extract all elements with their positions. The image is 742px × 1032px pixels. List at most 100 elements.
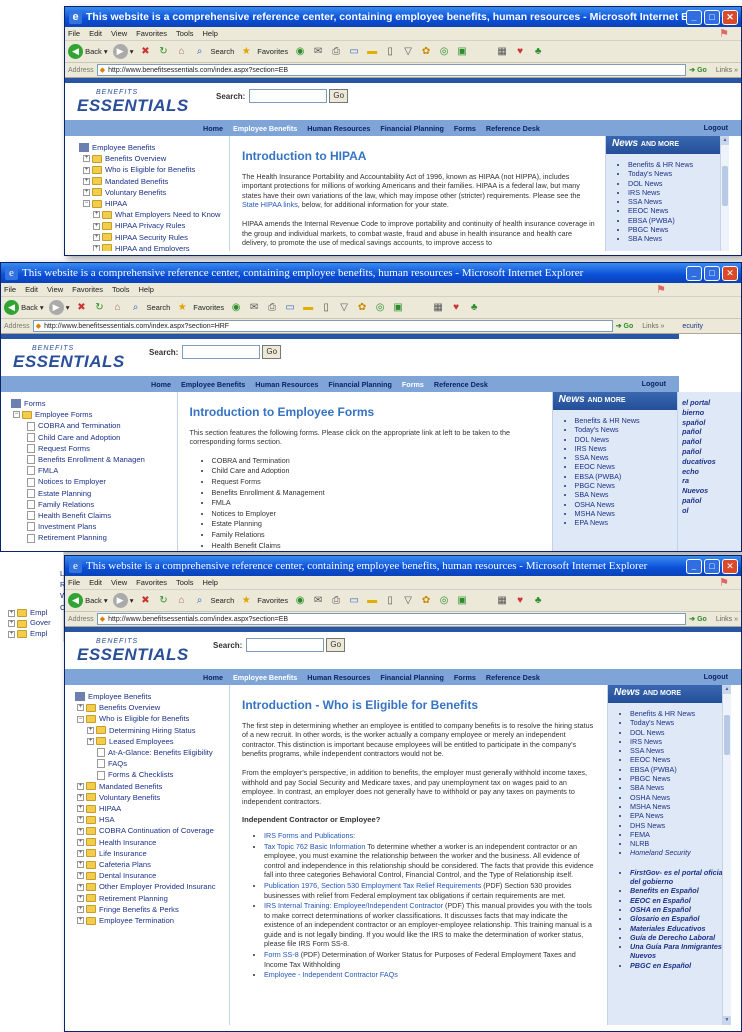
favorites-button[interactable]: ★ Favorites [239,45,288,59]
scroll-down-icon[interactable]: ▼ [723,1016,731,1025]
news-link[interactable]: EEOC en Español [630,896,731,905]
page-icon[interactable]: ▯ [383,594,397,608]
news-link[interactable]: FirstGov- es el portal oficial del gobie… [630,868,731,887]
tree-item[interactable]: Child Care and Adoption [11,432,177,443]
site-search-go-button[interactable]: Go [262,345,282,359]
research-icon[interactable]: ✿ [419,45,433,59]
messenger-icon[interactable]: ◎ [437,45,451,59]
stop-icon[interactable]: ✖ [139,45,153,59]
nav-forms[interactable]: Forms [454,673,476,682]
news-link[interactable]: Benefits en Español [630,886,731,895]
research-icon[interactable]: ✿ [419,594,433,608]
site-logo[interactable]: BENEFITS ESSENTIALS [77,89,189,116]
site-logo[interactable]: BENEFITS ESSENTIALS [13,345,125,372]
tree-item[interactable]: + Life Insurance [75,848,229,859]
news-link[interactable]: OSHA News [575,500,678,509]
nav-home[interactable]: Home [203,673,223,682]
tree-item[interactable]: − HIPAA [79,198,229,209]
news-link[interactable]: Guía de Derecho Laboral [630,933,731,942]
nav-financial-planning[interactable]: Financial Planning [328,380,392,389]
news-link[interactable]: PBGC en Español [630,961,731,970]
news-link[interactable]: EPA News [575,518,678,527]
tree-item[interactable]: + Voluntary Benefits [75,792,229,803]
tree-item[interactable]: + Cafeteria Plans [75,859,229,870]
mail-icon[interactable]: ✉ [247,301,261,315]
tree-item[interactable]: Notices to Employer [11,476,177,487]
news-link[interactable]: NLRB [630,839,731,848]
tree-item[interactable]: + Benefits Overview [79,153,229,164]
news-link[interactable]: Homeland Security [630,848,731,857]
news-link[interactable]: SBA News [575,490,678,499]
tree-item[interactable]: + HIPAA Security Rules [79,232,229,243]
tree-item[interactable]: + HIPAA Privacy Rules [79,220,229,231]
nav-financial-planning[interactable]: Financial Planning [380,673,444,682]
home-icon[interactable]: ⌂ [111,301,125,315]
tree-item[interactable]: + Leased Employees [75,736,229,747]
refresh-icon[interactable]: ↻ [157,594,171,608]
news-link[interactable]: EEOC News [575,462,678,471]
menu-help[interactable]: Help [203,578,218,587]
menu-favorites[interactable]: Favorites [136,578,167,587]
scroll-up-icon[interactable]: ▲ [721,136,729,145]
stop-icon[interactable]: ✖ [75,301,89,315]
nav-home[interactable]: Home [151,380,171,389]
nav-human-resources[interactable]: Human Resources [307,673,370,682]
edit-icon[interactable]: ▭ [347,594,361,608]
toolbar-extra-icon-2[interactable]: ♥ [449,301,463,315]
research-icon[interactable]: ✿ [355,301,369,315]
forward-button[interactable]: ▶ ▾ [112,593,134,608]
toolbar-extra-icon-1[interactable]: ▦ [495,45,509,59]
nav-employee-benefits[interactable]: Employee Benefits [181,380,245,389]
tree-item[interactable]: + Mandated Benefits [79,176,229,187]
news-link[interactable]: PBGC News [628,225,729,234]
maximize-button[interactable]: □ [704,265,720,281]
media-icon[interactable]: ▣ [455,45,469,59]
scrollbar[interactable]: ▲ ▼ [722,685,731,1025]
tree-item[interactable]: Employee Benefits [79,142,229,153]
address-input[interactable]: ◆ http://www.benefitsessentials.com/index… [96,64,687,76]
tree-item[interactable]: At-A-Glance: Benefits Eligibility [75,747,229,758]
menu-favorites[interactable]: Favorites [72,285,103,294]
news-link[interactable]: SSA News [628,197,729,206]
tree-item[interactable]: + HIPAA and Employers [79,243,229,251]
close-button[interactable]: ✕ [722,9,738,25]
nav-reference-desk[interactable]: Reference Desk [434,380,488,389]
news-link[interactable]: MSHA News [630,802,731,811]
scrollbar[interactable]: ▲ [720,136,729,251]
menu-help[interactable]: Help [203,29,218,38]
toolbar-extra-icon-1[interactable]: ▦ [431,301,445,315]
news-link[interactable]: Today's News [575,425,678,434]
state-hipaa-link[interactable]: State HIPAA links [242,200,298,209]
news-link[interactable]: IRS News [630,737,731,746]
go-button[interactable]: ➔ Go [689,66,707,74]
resource-link[interactable]: IRS Forms and Publications: [264,831,355,840]
print-icon[interactable]: ⎙ [265,301,279,315]
toolbar-extra-icon-3[interactable]: ♣ [531,45,545,59]
favorites-button[interactable]: ★ Favorites [175,301,224,315]
forward-button[interactable]: ▶ ▾ [112,44,134,59]
nav-employee-benefits[interactable]: Employee Benefits [233,124,297,133]
news-link[interactable]: DHS News [630,821,731,830]
tree-item[interactable]: − Who is Eligible for Benefits [75,713,229,724]
tree-item[interactable]: Employee Benefits [75,691,229,702]
news-link[interactable]: Benefits & HR News [628,160,729,169]
tree-item[interactable]: + Mandated Benefits [75,781,229,792]
nav-forms[interactable]: Forms [454,124,476,133]
nav-financial-planning[interactable]: Financial Planning [380,124,444,133]
news-link[interactable]: EBSA (PWBA) [630,765,731,774]
media-icon[interactable]: ▣ [391,301,405,315]
menu-edit[interactable]: Edit [25,285,38,294]
messenger-icon[interactable]: ◎ [373,301,387,315]
tree-item[interactable]: Retirement Planning [11,532,177,543]
scroll-thumb[interactable] [722,166,728,206]
tree-item[interactable]: FMLA [11,465,177,476]
filter-icon[interactable]: ▽ [401,45,415,59]
back-button[interactable]: ◀ Back ▾ [68,44,108,59]
tree-item[interactable]: + Determining Hiring Status [75,725,229,736]
minimize-button[interactable]: _ [686,265,702,281]
back-button[interactable]: ◀ Back ▾ [4,300,44,315]
tree-item[interactable]: + HIPAA [75,803,229,814]
toolbar-extra-icon-1[interactable]: ▦ [495,594,509,608]
menu-file[interactable]: File [68,29,80,38]
messenger-icon[interactable]: ◎ [437,594,451,608]
